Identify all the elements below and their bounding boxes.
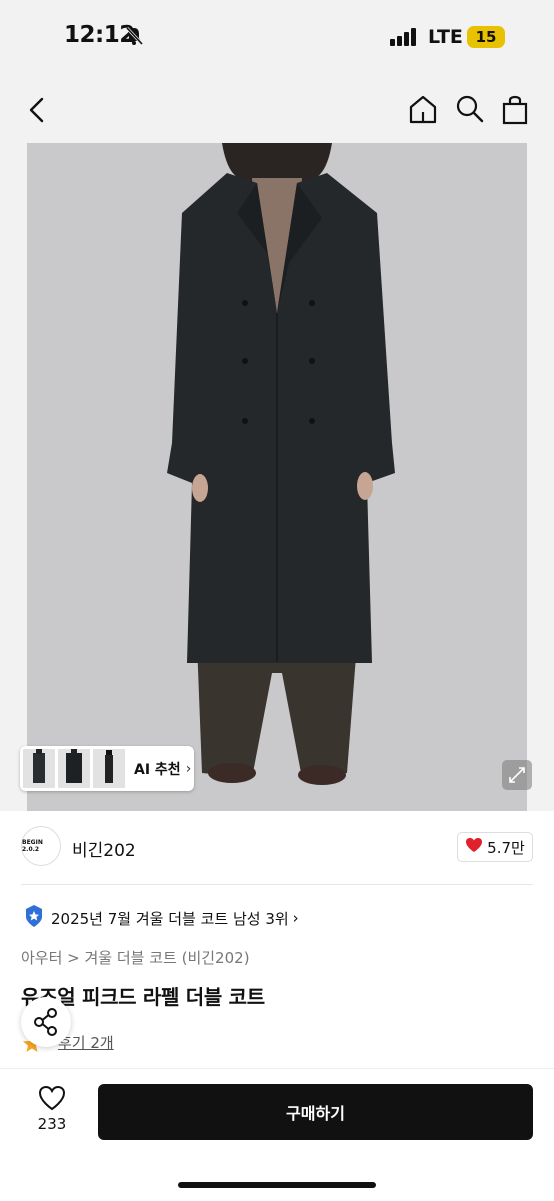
brand-name[interactable]: 비긴202 [72, 836, 136, 861]
home-indicator[interactable] [178, 1182, 376, 1188]
battery-icon: 15 [467, 26, 505, 48]
expand-icon[interactable] [502, 760, 532, 790]
ranking-text: 2025년 7월 겨울 더블 코트 남성 3위 [51, 909, 289, 928]
network-type: LTE [428, 26, 463, 48]
battery-level: 15 [475, 28, 497, 46]
wishlist-button[interactable]: 233 [30, 1085, 74, 1133]
brand-logo[interactable]: BEGIN 2.0.2 [21, 826, 61, 866]
signal-icon [390, 28, 420, 50]
brand-logo-text: BEGIN 2.0.2 [22, 839, 43, 853]
share-button[interactable] [21, 997, 71, 1047]
divider [21, 884, 533, 885]
heart-filled-icon [465, 837, 483, 857]
wish-count: 233 [37, 1115, 67, 1133]
ai-recommend-chip[interactable]: AI 추천 › [20, 746, 194, 791]
chevron-right-icon: › [292, 909, 299, 927]
chevron-right-icon: › [185, 760, 192, 777]
heart-outline-icon [38, 1085, 66, 1115]
rank-badge-icon [24, 904, 44, 932]
ai-recommend-label: AI 추천 [134, 761, 181, 778]
ai-thumbnail [93, 749, 125, 788]
ai-thumbnail [58, 749, 90, 788]
shopping-bag-icon[interactable] [501, 93, 529, 129]
back-icon[interactable] [26, 96, 48, 128]
ranking-link[interactable]: 2025년 7월 겨울 더블 코트 남성 3위 › [24, 904, 299, 932]
breadcrumb[interactable]: 아우터 > 겨울 더블 코트 (비긴202) [21, 947, 250, 968]
home-icon[interactable] [408, 94, 438, 128]
like-count: 5.7만 [487, 838, 525, 857]
nav-bar [0, 80, 554, 140]
search-icon[interactable] [455, 94, 485, 128]
coat-illustration [27, 143, 527, 811]
share-icon [21, 1008, 71, 1051]
product-image[interactable] [27, 143, 527, 811]
like-button[interactable]: 5.7만 [457, 832, 533, 862]
ai-thumbnail [23, 749, 55, 788]
buy-button[interactable]: 구매하기 [98, 1084, 533, 1140]
status-bar: 12:12 LTE 15 [0, 0, 554, 75]
silent-bell-icon [124, 26, 144, 50]
